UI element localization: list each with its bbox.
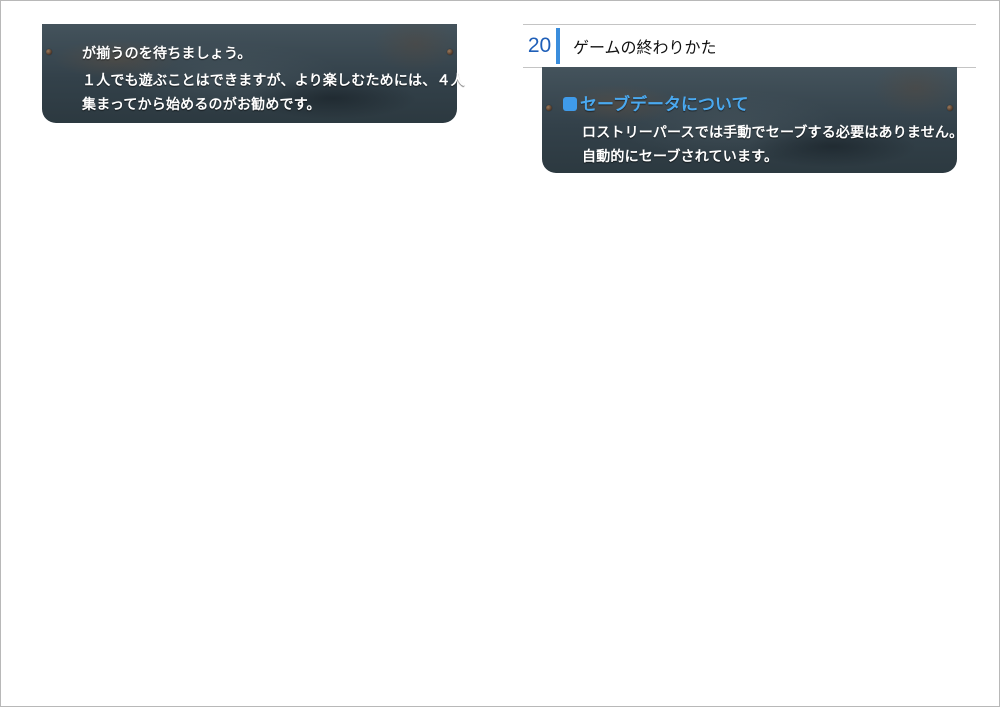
body-text-line: が揃うのを待ちましょう。: [82, 46, 252, 62]
body-text-line: 集まってから始めるのがお勧めです。: [82, 97, 321, 113]
rivet-icon: [447, 49, 453, 55]
section-header: 20 ゲームの終わりかた: [523, 24, 976, 68]
page-number: 20: [527, 34, 552, 57]
square-bullet-icon: [563, 97, 577, 111]
left-text-plate: が揃うのを待ちましょう。 １人でも遊ぶことはできますが、より楽しむためには、４人…: [42, 24, 465, 123]
rivet-icon: [546, 105, 552, 111]
body-text-line: 自動的にセーブされています。: [582, 149, 779, 165]
rivet-icon: [947, 105, 953, 111]
right-text-plate: セーブデータについて ロストリーパースでは手動でセーブする必要はありません。 自…: [542, 67, 963, 173]
section-heading: セーブデータについて: [563, 90, 748, 115]
header-accent-bar: [556, 28, 560, 64]
body-text-line: ロストリーパースでは手動でセーブする必要はありません。: [582, 125, 964, 141]
body-text-line: １人でも遊ぶことはできますが、より楽しむためには、４人: [82, 73, 465, 89]
section-heading-label: セーブデータについて: [580, 95, 749, 115]
page-title: ゲームの終わりかた: [573, 38, 717, 57]
rivet-icon: [46, 49, 52, 55]
